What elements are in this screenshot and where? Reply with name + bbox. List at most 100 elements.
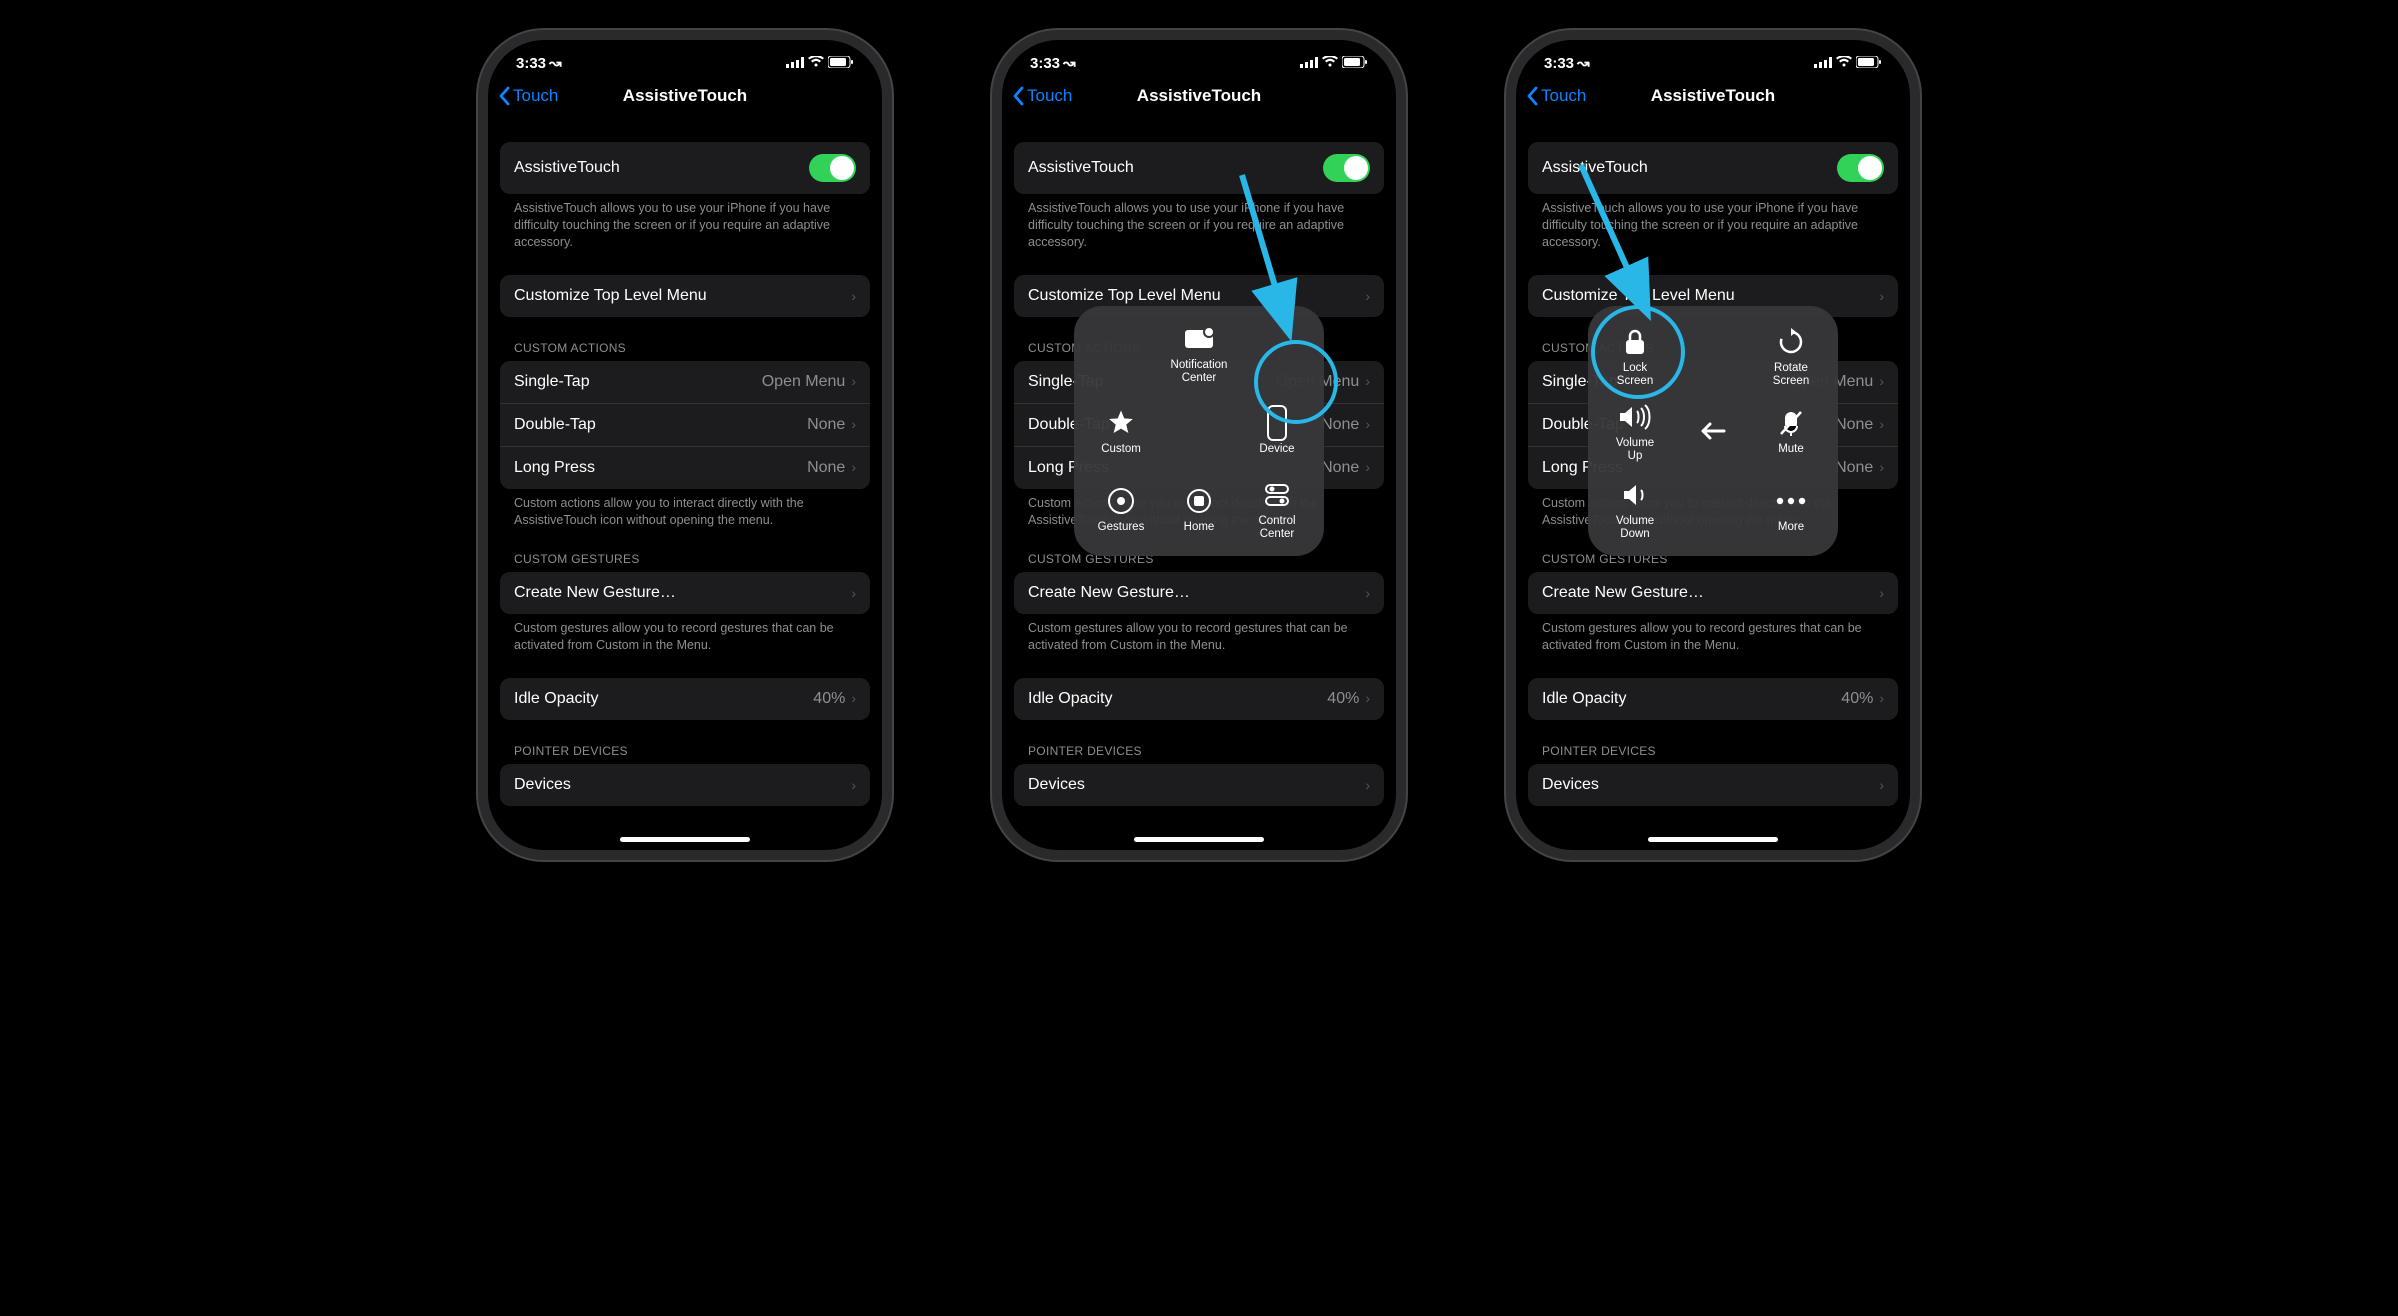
chevron-right-icon: › (1365, 459, 1370, 475)
lock-screen-item[interactable]: Lock Screen (1617, 325, 1653, 387)
home-item[interactable]: Home (1182, 484, 1216, 534)
double-tap-row[interactable]: Double-Tap None› (500, 403, 870, 446)
single-tap-row[interactable]: Single-Tap Open Menu› (500, 361, 870, 403)
chevron-right-icon: › (1879, 288, 1884, 304)
location-icon: ↝ (549, 54, 562, 72)
devices-row[interactable]: Devices› (1528, 764, 1898, 806)
gestures-icon (1104, 484, 1138, 518)
gestures-item[interactable]: Gestures (1098, 484, 1145, 534)
back-item[interactable] (1696, 414, 1730, 448)
row-label: Idle Opacity (1028, 690, 1112, 708)
devices-row[interactable]: Devices › (500, 764, 870, 806)
back-button[interactable]: Touch (1526, 86, 1586, 106)
chevron-right-icon: › (1365, 416, 1370, 432)
customize-menu-row[interactable]: Customize Top Level Menu › (500, 275, 870, 317)
idle-opacity-row[interactable]: Idle Opacity 40%› (500, 678, 870, 720)
row-label: Devices (514, 776, 571, 794)
idle-opacity-row[interactable]: Idle Opacity40%› (1014, 678, 1384, 720)
toggle-switch[interactable] (809, 154, 856, 182)
more-item[interactable]: More (1774, 484, 1808, 534)
gestures-note: Custom gestures allow you to record gest… (500, 620, 870, 654)
chevron-right-icon: › (1879, 777, 1884, 793)
toggle-note: AssistiveTouch allows you to use your iP… (1014, 200, 1384, 251)
chevron-right-icon: › (851, 690, 856, 706)
status-time: 3:33 (516, 55, 546, 72)
location-icon: ↝ (1577, 54, 1590, 72)
home-indicator[interactable] (620, 837, 750, 842)
chevron-right-icon: › (851, 373, 856, 389)
chevron-right-icon: › (1879, 373, 1884, 389)
volume-up-icon (1618, 400, 1652, 434)
toggle-switch[interactable] (1837, 154, 1884, 182)
item-label: Home (1184, 521, 1215, 534)
signal-icon (786, 55, 804, 72)
item-label: Rotate Screen (1773, 362, 1809, 387)
toggle-switch[interactable] (1323, 154, 1370, 182)
row-label: Single-Tap (514, 373, 590, 391)
assistivetouch-menu[interactable]: Custom Notification Center Device Gestur… (1074, 306, 1324, 556)
custom-item[interactable]: Custom (1101, 406, 1141, 456)
toggle-note: AssistiveTouch allows you to use your iP… (500, 200, 870, 251)
item-label: Control Center (1258, 515, 1295, 540)
item-label: Mute (1778, 443, 1804, 456)
location-icon: ↝ (1063, 54, 1076, 72)
assistivetouch-toggle-row[interactable]: AssistiveTouch (500, 142, 870, 194)
devices-row[interactable]: Devices › (1014, 764, 1384, 806)
idle-opacity-row[interactable]: Idle Opacity40%› (1528, 678, 1898, 720)
phone-screenshot-3: 3:33↝ Touch AssistiveTouch AssistiveTouc… (1516, 40, 1910, 850)
long-press-row[interactable]: Long Press None› (500, 446, 870, 489)
page-title: AssistiveTouch (1651, 86, 1775, 106)
create-gesture-row[interactable]: Create New Gesture…› (1528, 572, 1898, 614)
control-center-icon (1260, 478, 1294, 512)
volume-down-item[interactable]: Volume Down (1616, 478, 1654, 540)
chevron-right-icon: › (1365, 288, 1370, 304)
row-value: None (1835, 416, 1873, 433)
gestures-note: Custom gestures allow you to record gest… (1528, 620, 1898, 654)
chevron-right-icon: › (1879, 690, 1884, 706)
assistivetouch-device-submenu[interactable]: Lock Screen Rotate Screen Volume Up Mute… (1588, 306, 1838, 556)
item-label: Custom (1101, 443, 1141, 456)
item-label: Gestures (1098, 521, 1145, 534)
row-label: Create New Gesture… (1542, 584, 1704, 602)
gestures-note: Custom gestures allow you to record gest… (1014, 620, 1384, 654)
home-indicator[interactable] (1648, 837, 1778, 842)
battery-icon (1342, 55, 1368, 72)
row-value: 40% (1841, 690, 1873, 707)
device-item[interactable]: Device (1259, 406, 1294, 456)
pointer-devices-header: POINTER DEVICES (1528, 720, 1898, 764)
battery-icon (828, 55, 854, 72)
rotate-screen-item[interactable]: Rotate Screen (1773, 325, 1809, 387)
notification-center-item[interactable]: Notification Center (1171, 322, 1228, 384)
control-center-item[interactable]: Control Center (1258, 478, 1295, 540)
home-icon (1182, 484, 1216, 518)
settings-content[interactable]: AssistiveTouch AssistiveTouch allows you… (488, 118, 882, 828)
item-label: Lock Screen (1617, 362, 1653, 387)
lock-icon (1618, 325, 1652, 359)
row-label: Long Press (514, 459, 595, 477)
volume-up-item[interactable]: Volume Up (1616, 400, 1654, 462)
toggle-label: AssistiveTouch (1028, 159, 1134, 177)
row-label: Idle Opacity (514, 690, 598, 708)
create-gesture-row[interactable]: Create New Gesture…› (1014, 572, 1384, 614)
back-button[interactable]: Touch (1012, 86, 1072, 106)
chevron-right-icon: › (1365, 585, 1370, 601)
row-value: None (807, 416, 845, 433)
assistivetouch-toggle-row[interactable]: AssistiveTouch (1528, 142, 1898, 194)
mute-item[interactable]: Mute (1774, 406, 1808, 456)
star-icon (1104, 406, 1138, 440)
chevron-right-icon: › (851, 288, 856, 304)
row-label: Create New Gesture… (514, 584, 676, 602)
mute-icon (1774, 406, 1808, 440)
back-label: Touch (513, 86, 558, 106)
chevron-right-icon: › (1879, 459, 1884, 475)
row-label: Devices (1028, 776, 1085, 794)
assistivetouch-toggle-row[interactable]: AssistiveTouch (1014, 142, 1384, 194)
home-indicator[interactable] (1134, 837, 1264, 842)
chevron-right-icon: › (851, 777, 856, 793)
create-gesture-row[interactable]: Create New Gesture… › (500, 572, 870, 614)
back-button[interactable]: Touch (498, 86, 558, 106)
row-value: 40% (1327, 690, 1359, 707)
chevron-right-icon: › (1365, 777, 1370, 793)
row-value: None (1321, 416, 1359, 433)
item-label: Device (1259, 443, 1294, 456)
